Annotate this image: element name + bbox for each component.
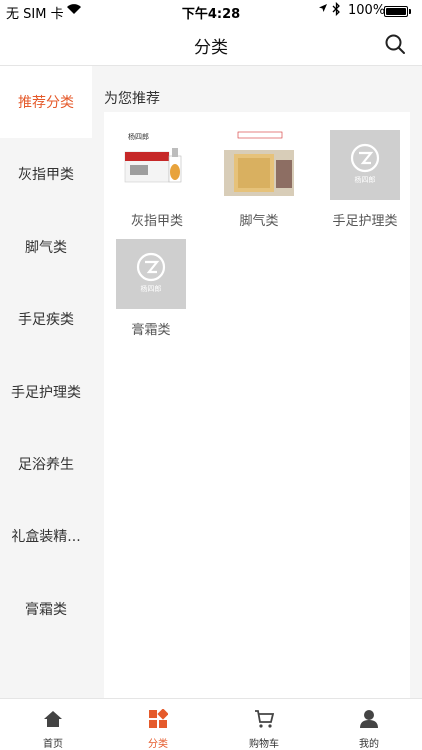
brand-logo-text: 杨四郎 [355, 175, 376, 184]
search-icon[interactable] [383, 32, 407, 56]
category-label: 手足护理类 [332, 214, 398, 229]
nail-product-image: 杨四郎 [122, 130, 192, 200]
tab-cart[interactable]: 购物车 [211, 699, 317, 750]
tab-category[interactable]: 分类 [105, 699, 211, 750]
battery-icon [384, 6, 408, 17]
category-card[interactable]: 脚气类 [212, 114, 312, 229]
profile-icon [359, 709, 379, 729]
category-label: 膏霜类 [131, 323, 171, 338]
status-bar: 无 SIM 卡 下午4:28 100% [0, 0, 422, 22]
category-label: 脚气类 [239, 214, 279, 229]
nav-bar: 分类 [0, 22, 422, 66]
tab-label: 首页 [43, 739, 63, 750]
brand-logo-text: 杨四郎 [128, 132, 149, 141]
category-sidebar: 推荐分类 灰指甲类 脚气类 手足疾类 手足护理类 足浴养生 礼盒装精... 膏霜… [0, 66, 92, 698]
tab-label: 分类 [148, 739, 168, 750]
brand-logo-text: 杨四郎 [141, 284, 162, 293]
tab-label: 我的 [359, 739, 379, 750]
sidebar-item-nail-fungus[interactable]: 灰指甲类 [0, 138, 92, 210]
tab-bar: 首页 分类 购物车 我的 [0, 698, 422, 750]
sidebar-item-foot-bath[interactable]: 足浴养生 [0, 428, 92, 500]
bluetooth-icon [332, 1, 341, 19]
tab-home[interactable]: 首页 [0, 699, 106, 750]
cart-icon [254, 709, 275, 729]
battery-fill [386, 8, 406, 15]
category-panel: 杨四郎 灰指甲类 脚气类 杨四郎 手足护理类 杨四郎 膏霜类 [104, 112, 410, 698]
home-icon [43, 709, 63, 729]
sidebar-item-hand-foot-disease[interactable]: 手足疾类 [0, 283, 92, 355]
battery-percent: 100% [348, 3, 386, 18]
sidebar-item-athletes-foot[interactable]: 脚气类 [0, 211, 92, 283]
battery-tip [409, 9, 411, 14]
section-title: 为您推荐 [104, 91, 160, 107]
placeholder-logo-image: 杨四郎 [116, 239, 186, 309]
category-card[interactable]: 杨四郎 膏霜类 [104, 223, 204, 338]
tab-profile[interactable]: 我的 [316, 699, 422, 750]
category-card[interactable]: 杨四郎 手足护理类 [318, 114, 418, 229]
sidebar-item-hand-foot-care[interactable]: 手足护理类 [0, 356, 92, 428]
category-card[interactable]: 杨四郎 灰指甲类 [110, 114, 210, 229]
location-arrow-icon [318, 3, 328, 16]
category-icon [148, 708, 169, 729]
sidebar-item-cream[interactable]: 膏霜类 [0, 573, 92, 645]
sidebar-item-gift-box[interactable]: 礼盒装精... [0, 500, 92, 572]
placeholder-logo-image: 杨四郎 [330, 130, 400, 200]
foot-product-image [224, 130, 294, 200]
tab-label: 购物车 [249, 739, 279, 750]
sidebar-item-recommended[interactable]: 推荐分类 [0, 66, 92, 138]
page-title: 分类 [194, 38, 228, 58]
